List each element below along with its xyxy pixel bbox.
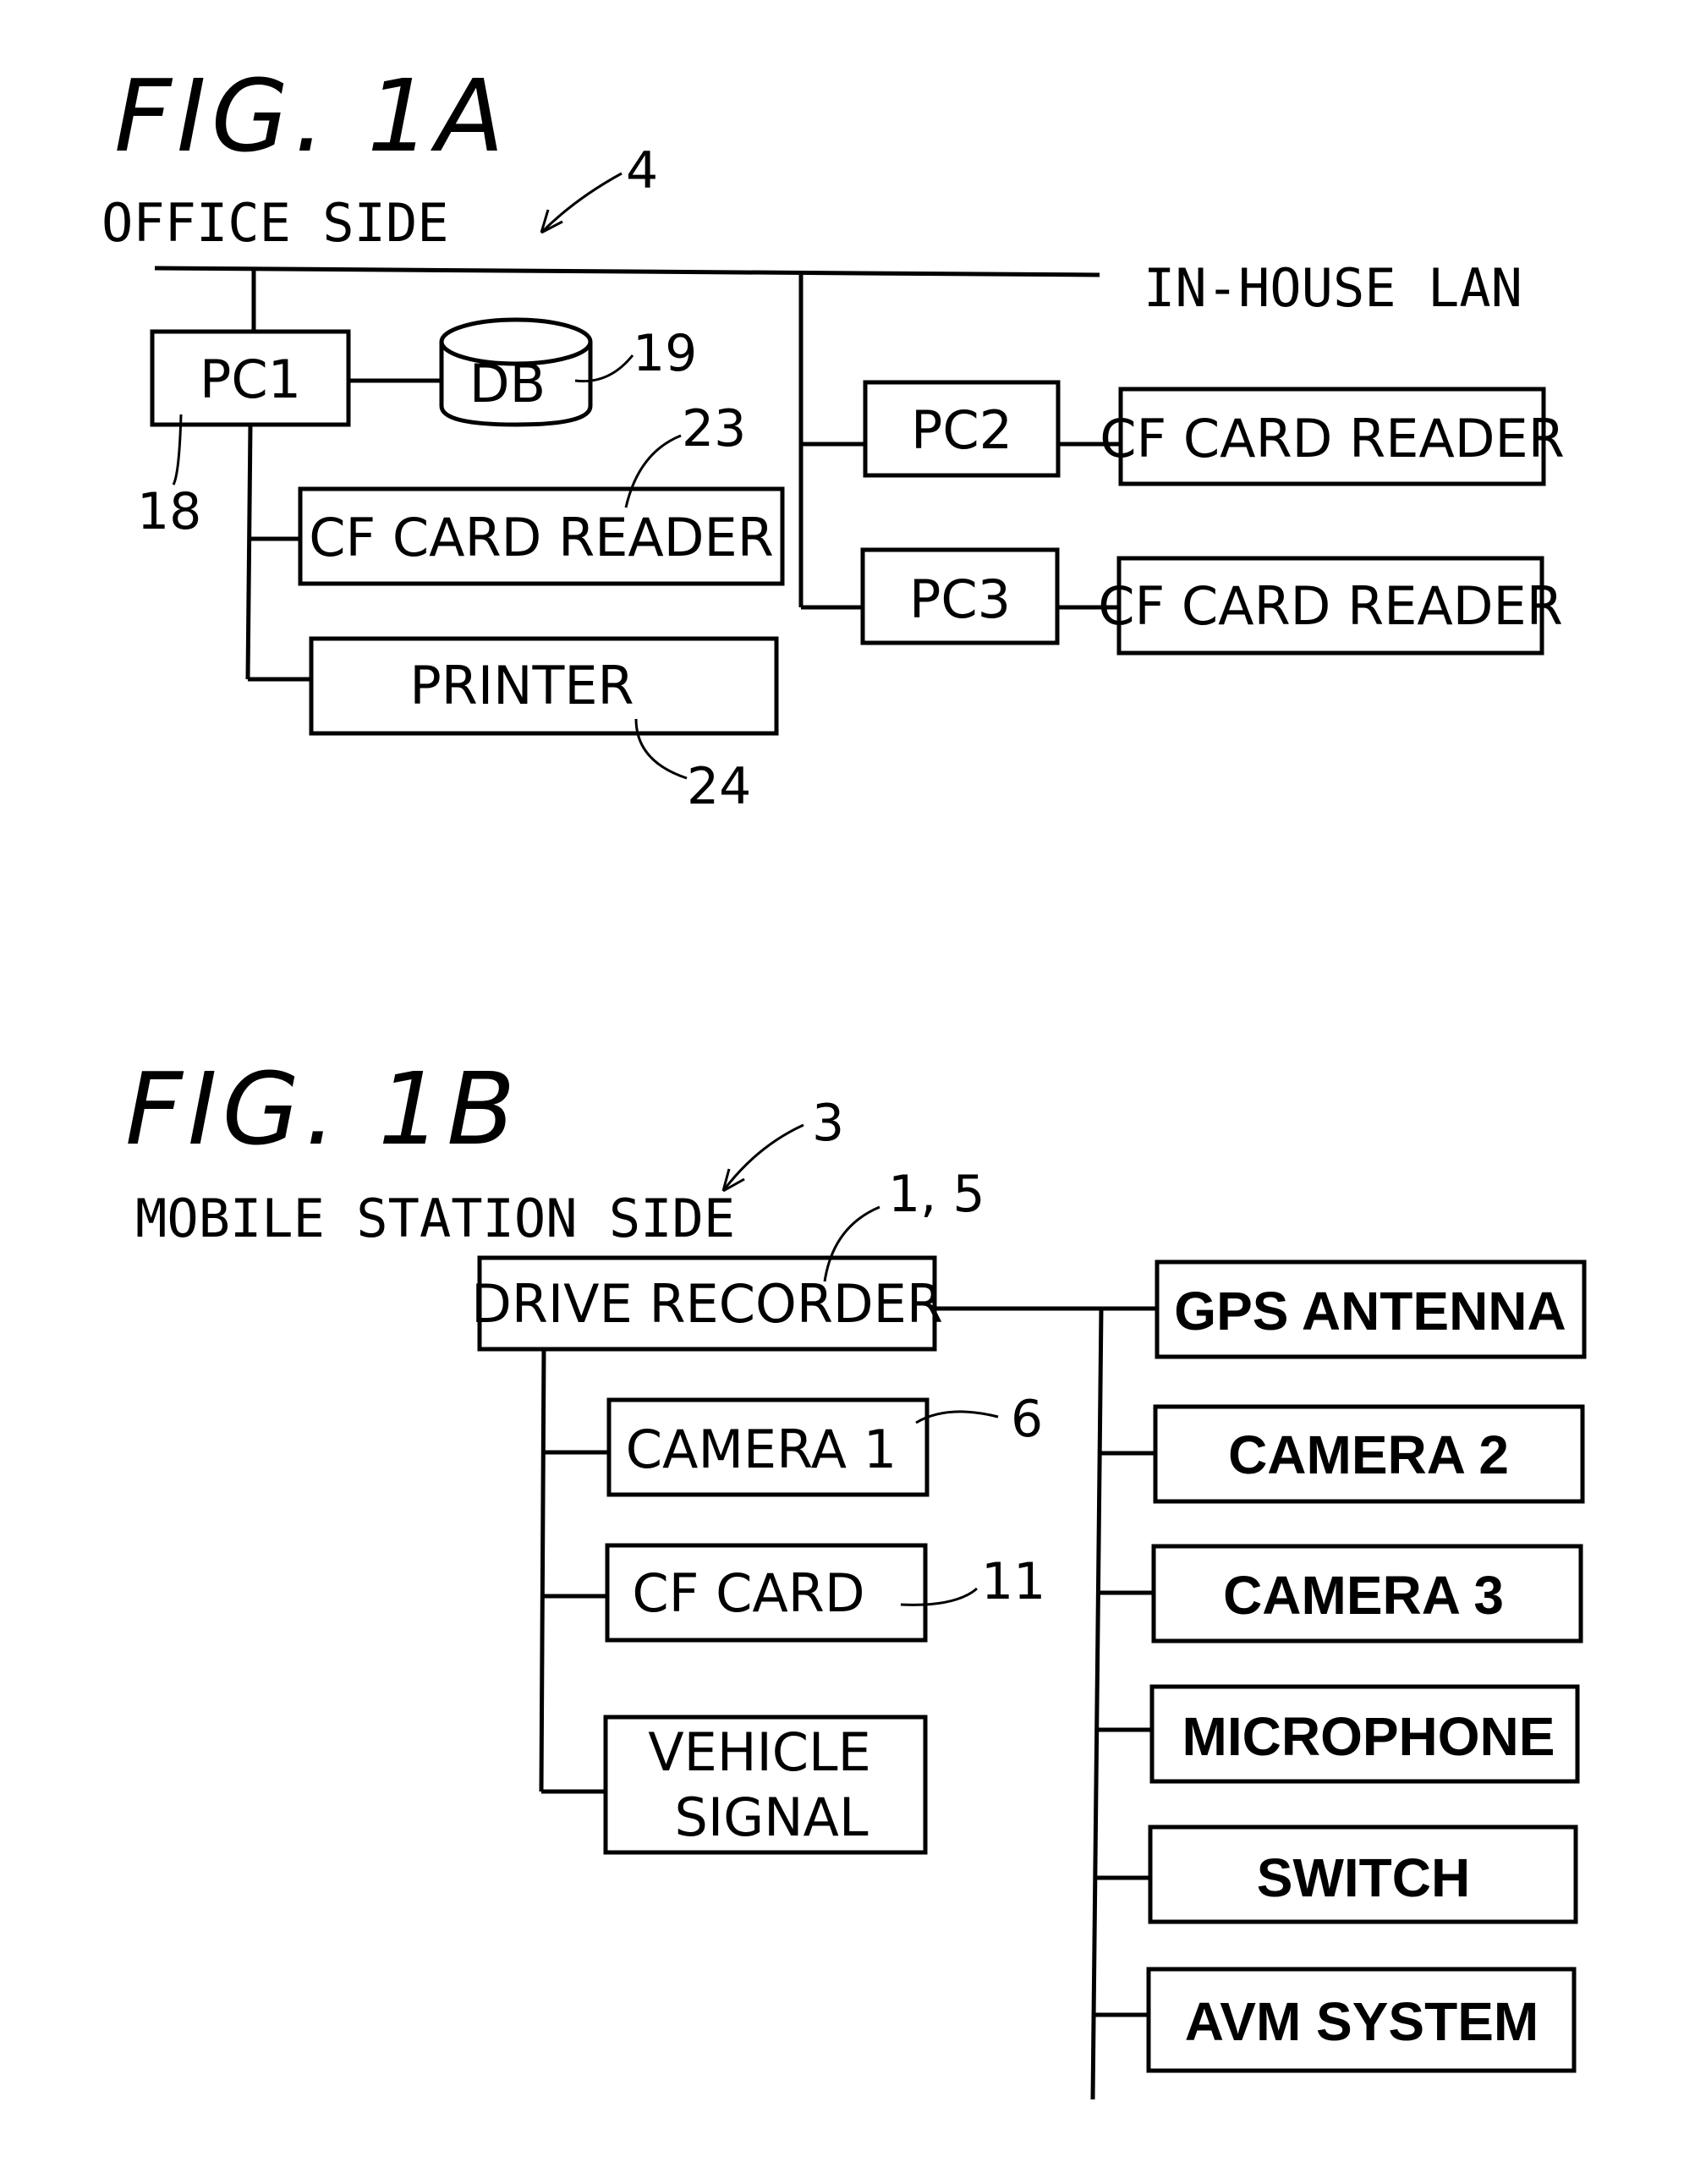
cf-card-label: CF CARD: [632, 1562, 864, 1624]
cf-reader-1-label: CF CARD READER: [309, 507, 774, 568]
in-house-lan-label: IN-HOUSE LAN: [1144, 257, 1522, 319]
ref-3-arrow: [721, 1123, 804, 1192]
avm-system-label: AVM SYSTEM: [1185, 1991, 1539, 2052]
cf-reader-2-label: CF CARD READER: [1100, 408, 1565, 469]
camera1-label: CAMERA 1: [626, 1419, 897, 1480]
ref-19-label: 19: [633, 324, 697, 383]
camera3-label: CAMERA 3: [1223, 1565, 1504, 1626]
fig1a-title: FIG. 1A: [114, 58, 509, 174]
pc3-label: PC3: [909, 568, 1011, 630]
right-peripheral-bus: [1090, 1308, 1104, 2100]
ref-18-label: 18: [137, 482, 201, 541]
pc1-peripheral-drop: [245, 424, 253, 680]
ref-11-label: 11: [981, 1552, 1045, 1611]
ref-11-leader: [900, 1587, 978, 1606]
patent-figure-canvas: FIG. 1A OFFICE SIDE 4 IN-HOUSE LAN PC1 1…: [101, 58, 1587, 2100]
cf-reader-3-label: CF CARD READER: [1098, 575, 1563, 637]
pc1-label: PC1: [200, 348, 301, 410]
ref-1-5-label: 1, 5: [888, 1165, 985, 1224]
ref-3-label: 3: [812, 1094, 844, 1153]
vehicle-signal-label-line2: SIGNAL: [674, 1786, 868, 1848]
gps-antenna-label: GPS ANTENNA: [1174, 1281, 1566, 1342]
ref-6-label: 6: [1011, 1390, 1043, 1449]
pc2-label: PC2: [911, 399, 1012, 461]
microphone-label: MICROPHONE: [1182, 1706, 1555, 1767]
mobile-station-side-label: MOBILE STATION SIDE: [135, 1188, 735, 1249]
ref-24-label: 24: [687, 757, 751, 816]
switch-label: SWITCH: [1257, 1847, 1470, 1908]
ref-23-leader: [624, 434, 682, 508]
ref-4-label: 4: [626, 141, 658, 200]
ref-1-5-leader: [823, 1205, 880, 1282]
ref-19-leader: [574, 354, 634, 383]
ref-4-arrow: [540, 172, 623, 234]
fig1b-title: FIG. 1B: [125, 1051, 520, 1167]
ref-23-label: 23: [682, 399, 746, 458]
in-house-lan-bus: [154, 266, 1100, 277]
office-side-label: OFFICE SIDE: [101, 192, 449, 254]
ref-24-leader: [634, 718, 688, 780]
db-label: DB: [469, 353, 546, 414]
drive-recorder-left-drop: [539, 1348, 546, 1792]
drive-recorder-label: DRIVE RECORDER: [471, 1273, 943, 1335]
camera2-label: CAMERA 2: [1228, 1424, 1509, 1485]
vehicle-signal-label-line1: VEHICLE: [648, 1721, 871, 1783]
printer-label: PRINTER: [409, 655, 634, 716]
